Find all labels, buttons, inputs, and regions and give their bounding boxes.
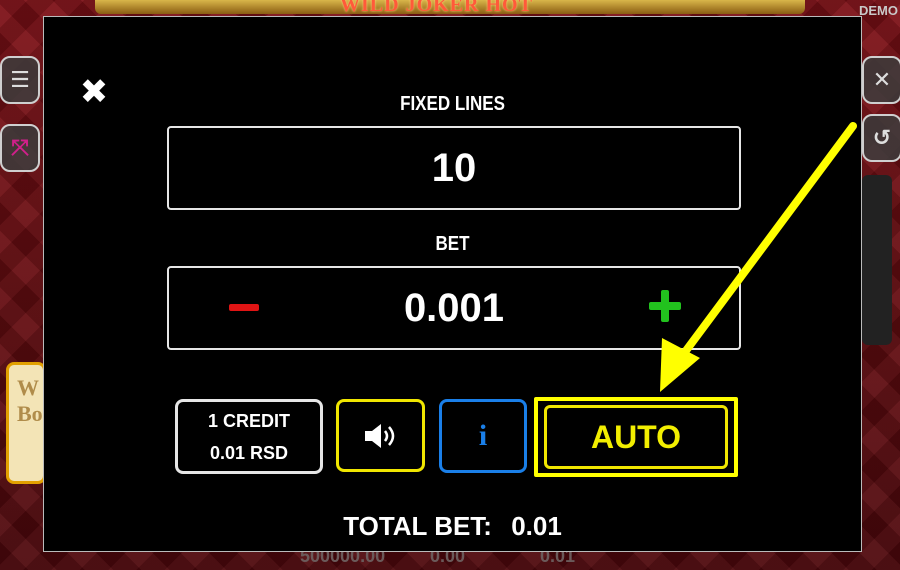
decrease-bet-button[interactable] xyxy=(229,304,259,311)
credit-value: 0.01 RSD xyxy=(209,442,289,463)
side-panel xyxy=(862,175,892,345)
fullscreen-icon: ⤧ xyxy=(11,135,29,160)
history-button[interactable]: ↺ xyxy=(862,114,900,162)
menu-icon: ☰ xyxy=(10,67,30,92)
demo-label: DEMO xyxy=(859,3,898,18)
total-bet-value: 0.01 xyxy=(511,511,562,541)
speaker-icon xyxy=(364,423,394,448)
close-icon: ✕ xyxy=(872,67,892,92)
fullscreen-button[interactable]: ⤧ xyxy=(0,124,40,172)
bonus-panel[interactable]: W Bo xyxy=(6,362,46,484)
side-close-button[interactable]: ✕ xyxy=(862,56,900,104)
bonus-text: W Bo xyxy=(17,375,43,426)
fixed-lines-value: 10 xyxy=(431,145,477,190)
bet-field: 0.001 xyxy=(167,266,741,350)
total-bet-label: TOTAL BET: xyxy=(343,511,492,541)
bet-value: 0.001 xyxy=(403,285,505,330)
total-bet: TOTAL BET: 0.01 xyxy=(44,511,861,542)
auto-highlight: AUTO xyxy=(534,397,738,477)
auto-label: AUTO xyxy=(590,418,682,455)
history-icon: ↺ xyxy=(872,125,892,150)
fixed-lines-field: 10 xyxy=(167,126,741,210)
credit-count: 1 CREDIT xyxy=(207,410,290,431)
close-icon: ✖ xyxy=(79,73,109,111)
menu-button[interactable]: ☰ xyxy=(0,56,40,104)
info-button[interactable]: i xyxy=(439,399,527,473)
auto-button[interactable]: AUTO xyxy=(544,405,728,469)
fixed-lines-label: FIXED LINES xyxy=(400,93,505,115)
settings-modal: ✖ FIXED LINES 10 BET 0.001 1 CREDIT 0.01… xyxy=(43,16,862,552)
game-logo: WILD JOKER HOT xyxy=(340,0,533,16)
sound-button[interactable] xyxy=(336,399,425,472)
bet-label: BET xyxy=(435,233,470,255)
increase-bet-button[interactable] xyxy=(649,290,681,322)
info-icon: i xyxy=(478,419,488,452)
credit-button[interactable]: 1 CREDIT 0.01 RSD xyxy=(175,399,323,474)
